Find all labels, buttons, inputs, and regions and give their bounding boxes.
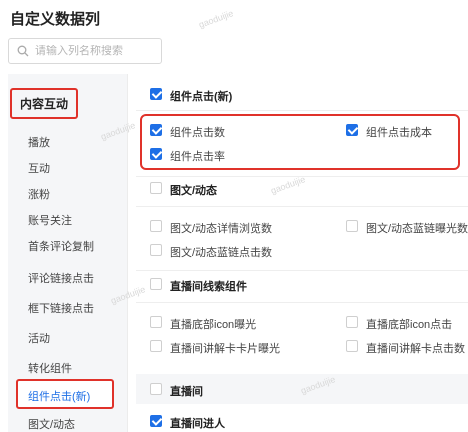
sidebar-item-conversion-component[interactable]: 转化组件 xyxy=(28,360,72,376)
group-checkbox-live-room[interactable] xyxy=(150,383,162,395)
sidebar-item-activity[interactable]: 活动 xyxy=(28,330,50,346)
divider xyxy=(136,176,468,177)
sidebar-item-comment-link-click[interactable]: 评论链接点击 xyxy=(28,270,94,286)
checkbox-image-text-detail-views[interactable] xyxy=(150,220,162,232)
option-label: 直播间讲解卡点击数 xyxy=(366,343,465,355)
option-label: 组件点击成本 xyxy=(366,127,432,139)
search-icon xyxy=(17,45,29,57)
group-checkbox-component-click[interactable] xyxy=(150,88,162,100)
checkbox-image-text-bluelink-clicks[interactable] xyxy=(150,244,162,256)
option-label-live-room-entry: 直播间进人 xyxy=(170,418,225,430)
group-checkbox-live-lead-component[interactable] xyxy=(150,278,162,290)
group-checkbox-image-text[interactable] xyxy=(150,182,162,194)
sidebar-item-interaction[interactable]: 互动 xyxy=(28,160,50,176)
column-options-panel: 组件点击(新) 组件点击数 组件点击成本 组件点击率 图文/动态 图文/动态详情… xyxy=(128,74,468,432)
sidebar-item-account-follow[interactable]: 账号关注 xyxy=(28,212,72,228)
sidebar-item-first-comment-copy[interactable]: 首条评论复制 xyxy=(28,238,94,254)
group-label-image-text: 图文/动态 xyxy=(170,185,218,197)
sidebar-item-image-text[interactable]: 图文/动态 xyxy=(28,416,75,432)
checkbox-image-text-bluelink-exposure[interactable] xyxy=(346,220,358,232)
sidebar-item-play[interactable]: 播放 xyxy=(28,134,50,150)
sidebar-item-followers[interactable]: 涨粉 xyxy=(28,186,50,202)
option-label: 直播底部icon点击 xyxy=(366,319,453,331)
search-box[interactable] xyxy=(8,38,162,64)
sidebar-item-below-box-link-click[interactable]: 框下链接点击 xyxy=(28,300,94,316)
category-sidebar: 内容互动 播放 互动 涨粉 账号关注 首条评论复制 评论链接点击 框下链接点击 … xyxy=(8,74,128,432)
group-label-live-lead-component: 直播间线索组件 xyxy=(170,281,247,293)
option-label: 组件点击数 xyxy=(170,127,225,139)
watermark: gaoduijie xyxy=(197,8,235,30)
checkbox-component-click-rate[interactable] xyxy=(150,148,162,160)
option-label: 直播底部icon曝光 xyxy=(170,319,257,331)
search-input[interactable] xyxy=(35,45,155,57)
option-label: 图文/动态蓝链点击数 xyxy=(170,247,273,259)
checkbox-live-bottom-icon-exposure[interactable] xyxy=(150,316,162,328)
checkbox-live-explain-card-clicks[interactable] xyxy=(346,340,358,352)
group-label-component-click: 组件点击(新) xyxy=(170,91,233,103)
divider xyxy=(136,110,468,111)
sidebar-item-label: 组件点击(新) xyxy=(28,391,91,403)
option-label: 组件点击率 xyxy=(170,151,225,163)
page-title: 自定义数据列 xyxy=(10,11,101,28)
checkbox-component-clicks[interactable] xyxy=(150,124,162,136)
divider xyxy=(136,270,468,271)
checkbox-live-room-entry[interactable] xyxy=(150,415,162,427)
sidebar-item-component-click-new[interactable]: 组件点击(新) xyxy=(16,379,114,409)
group-label-live-room: 直播间 xyxy=(170,386,203,398)
option-label: 图文/动态蓝链曝光数 xyxy=(366,223,468,235)
option-label: 图文/动态详情浏览数 xyxy=(170,223,273,235)
checkbox-live-bottom-icon-click[interactable] xyxy=(346,316,358,328)
checkbox-live-explain-card-exposure[interactable] xyxy=(150,340,162,352)
option-label: 直播间讲解卡卡片曝光 xyxy=(170,343,280,355)
sidebar-category-content-interaction[interactable]: 内容互动 xyxy=(10,88,79,119)
checkbox-component-click-cost[interactable] xyxy=(346,124,358,136)
divider xyxy=(136,302,468,303)
divider xyxy=(136,206,468,207)
